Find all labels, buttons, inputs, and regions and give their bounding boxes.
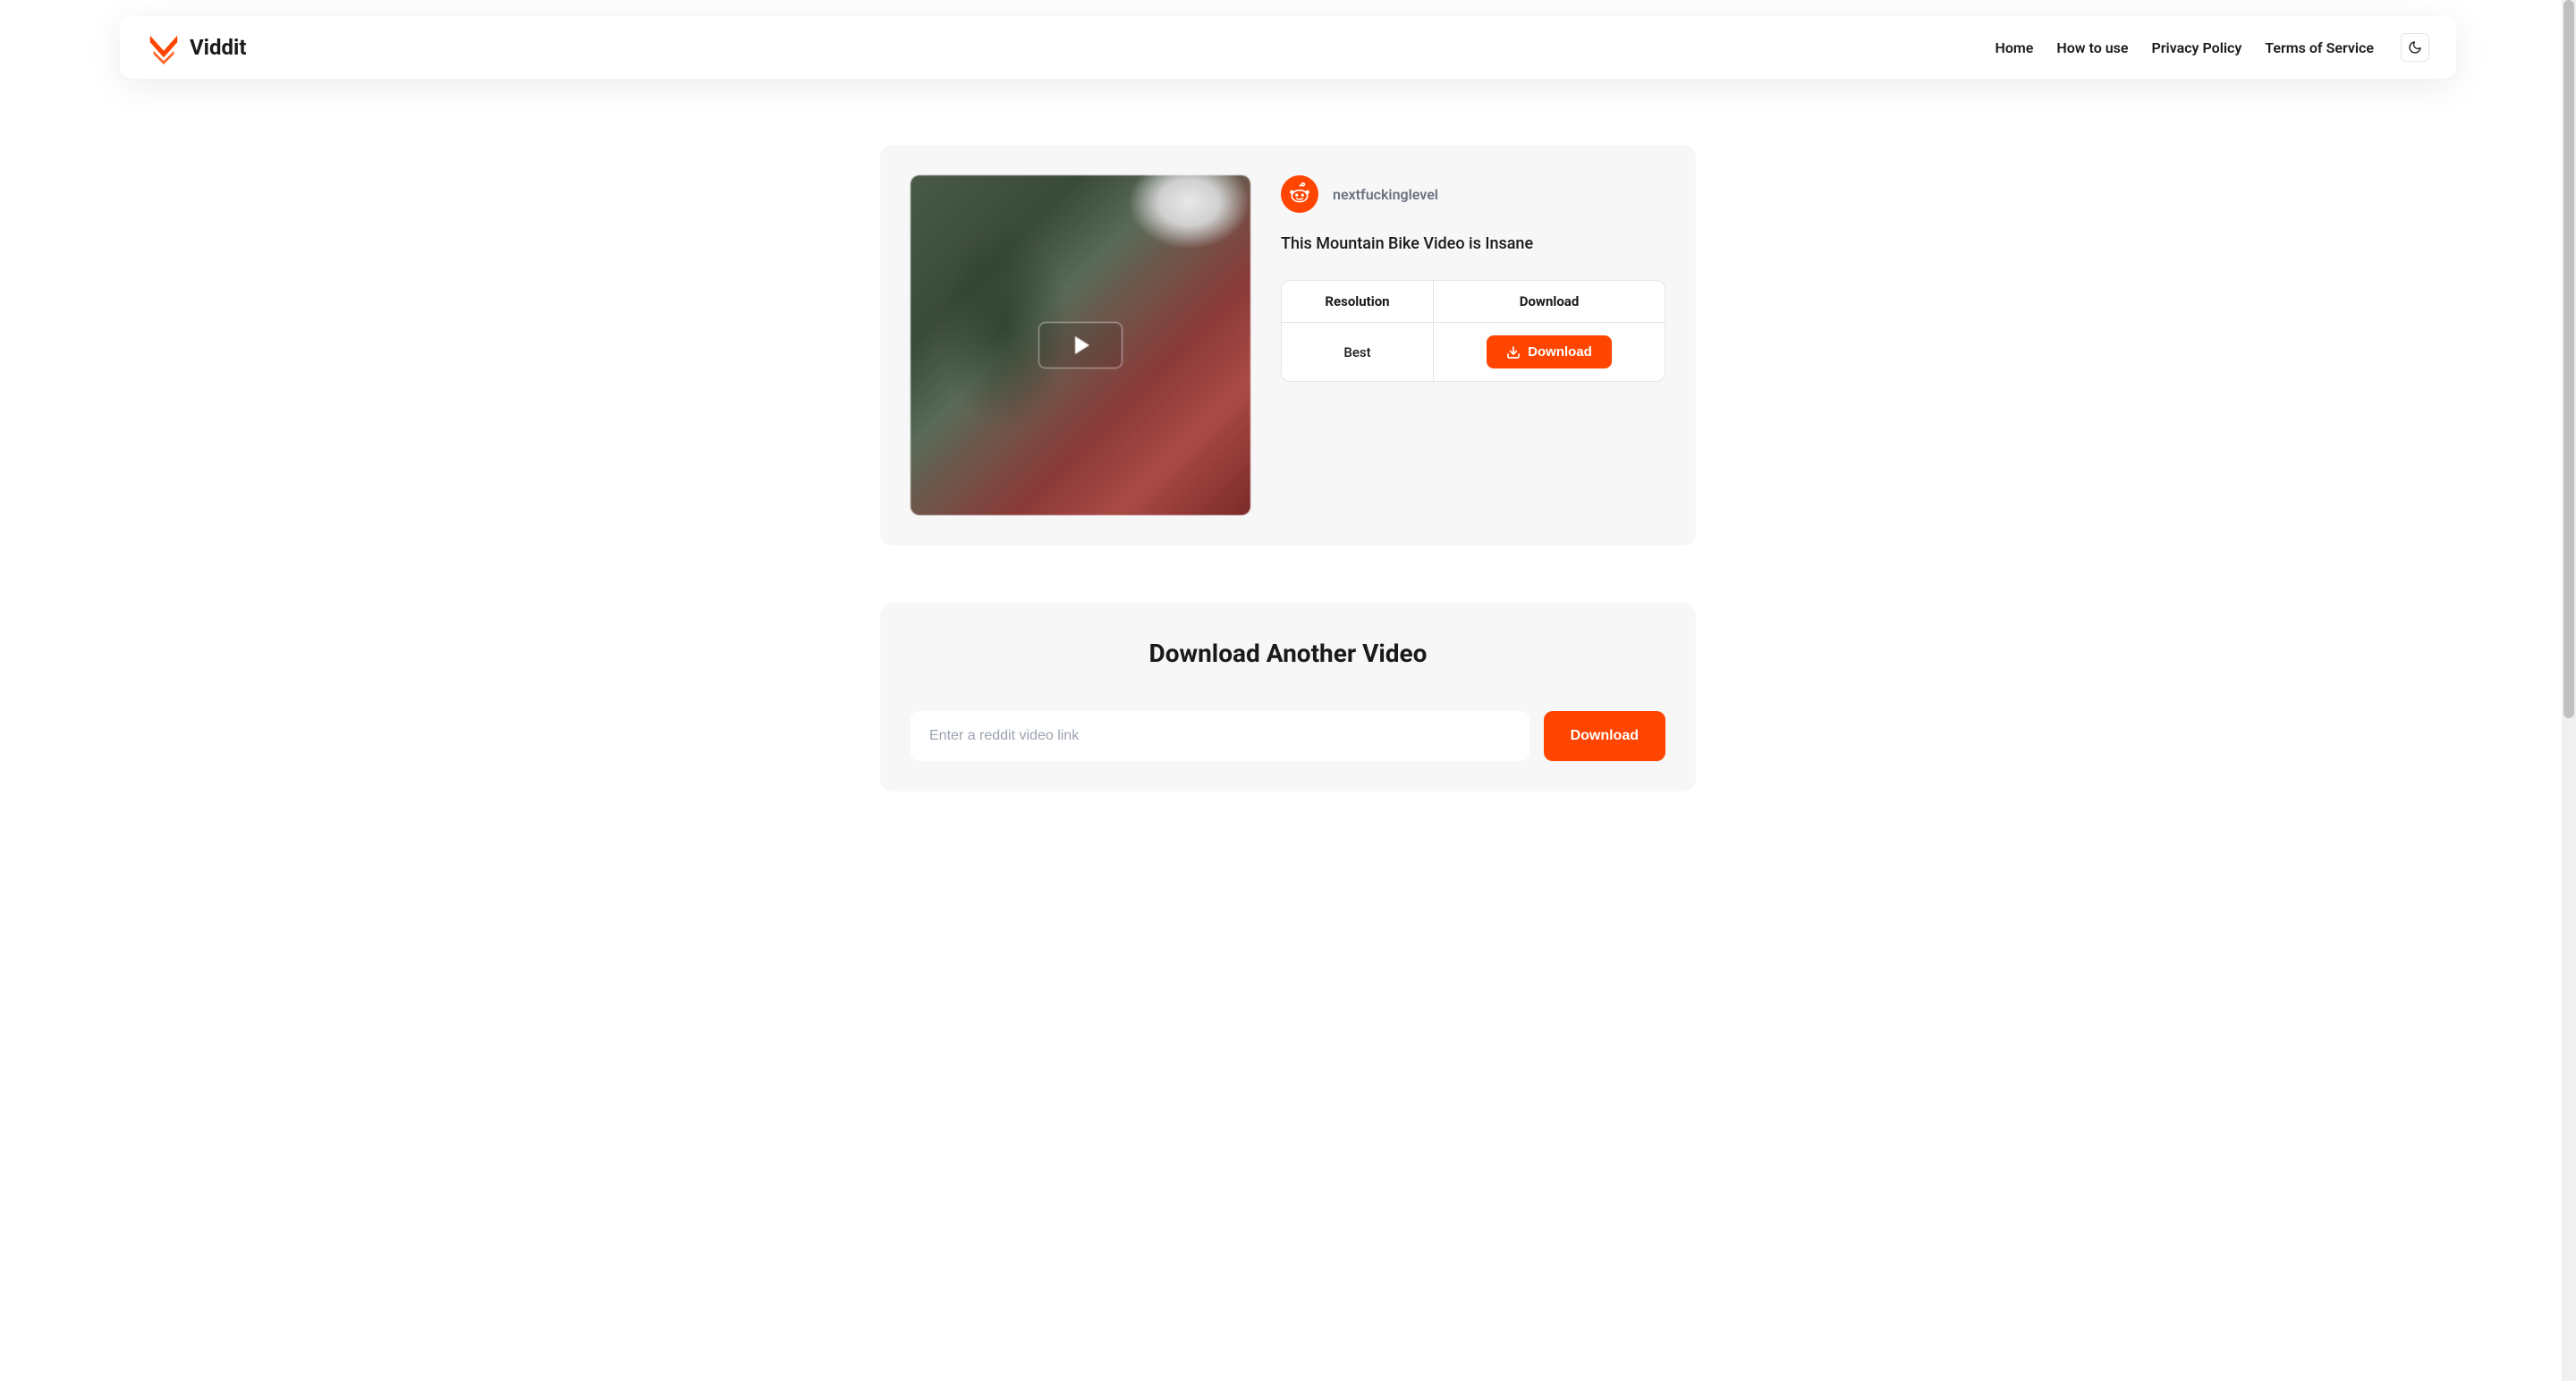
section-title: Download Another Video	[911, 639, 1665, 668]
url-input[interactable]	[911, 711, 1530, 761]
scrollbar-thumb[interactable]	[2563, 0, 2574, 718]
reddit-icon	[1281, 175, 1318, 213]
post-title: This Mountain Bike Video is Insane	[1281, 234, 1665, 253]
nav-terms-of-service[interactable]: Terms of Service	[2265, 39, 2374, 56]
header-resolution: Resolution	[1282, 281, 1434, 322]
resolution-cell: Best	[1282, 323, 1434, 381]
moon-icon	[2408, 40, 2422, 55]
header-download: Download	[1434, 281, 1665, 322]
submit-button[interactable]: Download	[1544, 711, 1665, 761]
table-header: Resolution Download	[1282, 281, 1665, 323]
scrollbar[interactable]	[2562, 0, 2576, 1381]
play-button[interactable]	[1038, 322, 1123, 368]
subreddit-name[interactable]: nextfuckinglevel	[1333, 186, 1438, 203]
viddit-logo-icon	[147, 30, 181, 64]
subreddit-info: nextfuckinglevel	[1281, 175, 1665, 213]
download-table: Resolution Download Best Download	[1281, 280, 1665, 382]
download-another-section: Download Another Video Download	[880, 603, 1696, 792]
download-button[interactable]: Download	[1487, 335, 1612, 368]
main-nav: Home How to use Privacy Policy Terms of …	[1995, 33, 2429, 62]
download-cell: Download	[1434, 323, 1665, 381]
nav-privacy-policy[interactable]: Privacy Policy	[2152, 39, 2242, 56]
header: Viddit Home How to use Privacy Policy Te…	[120, 16, 2456, 79]
logo[interactable]: Viddit	[147, 30, 247, 64]
main-content: nextfuckinglevel This Mountain Bike Vide…	[0, 145, 2576, 792]
theme-toggle-button[interactable]	[2401, 33, 2429, 62]
input-row: Download	[911, 711, 1665, 761]
brand-name: Viddit	[190, 35, 247, 60]
nav-home[interactable]: Home	[1995, 39, 2033, 56]
play-icon	[1075, 336, 1089, 354]
download-icon	[1506, 345, 1521, 360]
video-thumbnail[interactable]	[911, 175, 1250, 515]
nav-how-to-use[interactable]: How to use	[2056, 39, 2128, 56]
video-details: nextfuckinglevel This Mountain Bike Vide…	[1281, 175, 1665, 515]
video-result-card: nextfuckinglevel This Mountain Bike Vide…	[880, 145, 1696, 546]
download-button-label: Download	[1528, 344, 1592, 360]
table-row: Best Download	[1282, 323, 1665, 381]
